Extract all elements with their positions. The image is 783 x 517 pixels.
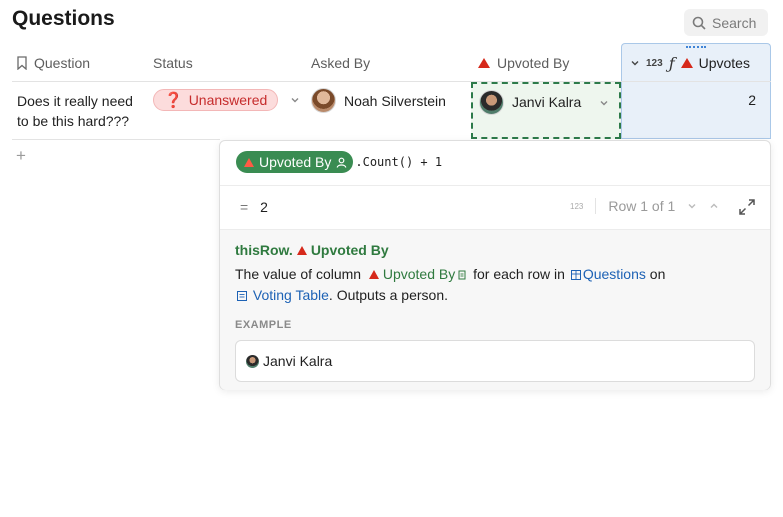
column-header-label: Upvoted By bbox=[497, 55, 570, 71]
column-header-status[interactable]: Status bbox=[147, 44, 305, 82]
doc-text: The value of column bbox=[235, 266, 362, 282]
number-type-icon: 123 bbox=[646, 57, 663, 69]
search-button[interactable]: Search bbox=[684, 9, 768, 36]
example-value: Janvi Kalra bbox=[263, 353, 333, 369]
triangle-icon bbox=[244, 157, 254, 167]
formula-icon: ƒ bbox=[668, 53, 675, 73]
doc-description: The value of column Upvoted By for each … bbox=[235, 264, 755, 306]
column-link[interactable]: Upvoted By bbox=[383, 266, 455, 282]
column-header-asked-by[interactable]: Asked By bbox=[305, 44, 470, 82]
cell-status[interactable]: ❓ Unanswered bbox=[153, 89, 300, 111]
formula-documentation: thisRow. Upvoted By The value of column … bbox=[220, 229, 770, 390]
example-label: EXAMPLE bbox=[235, 319, 292, 331]
add-row-button[interactable]: + bbox=[16, 146, 26, 166]
cell-upvotes[interactable]: 2 bbox=[621, 82, 771, 139]
column-header-label: Upvotes bbox=[698, 55, 750, 71]
table-link[interactable]: Questions bbox=[583, 266, 646, 282]
column-header-label: Status bbox=[153, 55, 193, 71]
chevron-down-icon[interactable] bbox=[599, 98, 609, 108]
expand-icon[interactable] bbox=[738, 198, 756, 216]
row-indicator: Row 1 of 1 bbox=[608, 198, 676, 214]
avatar bbox=[311, 88, 336, 113]
drag-handle[interactable] bbox=[686, 46, 706, 48]
table-icon bbox=[570, 270, 581, 280]
column-header-upvotes[interactable]: 123 ƒ Upvotes bbox=[621, 43, 771, 82]
page-icon bbox=[237, 291, 247, 301]
number-type-icon: 123 bbox=[570, 201, 584, 211]
cell-upvoted-by[interactable]: Janvi Kalra bbox=[471, 82, 621, 139]
equals-sign: = bbox=[240, 199, 249, 215]
status-badge[interactable]: ❓ Unanswered bbox=[153, 89, 279, 111]
list-column-icon bbox=[458, 270, 466, 280]
doc-title-column: Upvoted By bbox=[310, 242, 389, 258]
triangle-icon bbox=[478, 58, 490, 68]
formula-expression: .Count() + 1 bbox=[355, 155, 443, 169]
page-link[interactable]: Voting Table bbox=[253, 287, 329, 303]
bookmark-icon bbox=[17, 56, 27, 70]
chevron-down-icon[interactable] bbox=[630, 58, 640, 68]
triangle-icon bbox=[680, 58, 693, 68]
page-title: Questions bbox=[12, 7, 115, 30]
formula-result: = 2 bbox=[240, 199, 268, 215]
person-name: Noah Silverstein bbox=[344, 92, 446, 109]
result-value: 2 bbox=[260, 199, 268, 215]
divider bbox=[220, 185, 770, 186]
triangle-icon bbox=[368, 270, 379, 279]
example-box: Janvi Kalra bbox=[235, 340, 755, 382]
column-header-upvoted-by[interactable]: Upvoted By bbox=[470, 44, 620, 82]
doc-text: for each row in bbox=[473, 266, 565, 282]
row-navigator: 123 Row 1 of 1 bbox=[570, 198, 719, 214]
column-header-label: Asked By bbox=[311, 55, 371, 71]
column-header-label: Question bbox=[34, 55, 91, 71]
cell-asked-by[interactable]: Noah Silverstein bbox=[311, 88, 446, 113]
avatar bbox=[246, 354, 259, 368]
divider bbox=[595, 198, 597, 214]
person-icon bbox=[336, 157, 347, 168]
formula-editor-panel: Upvoted By .Count() + 1 = 2 123 Row 1 of… bbox=[219, 140, 771, 390]
chip-label: Upvoted By bbox=[259, 154, 332, 170]
cell-question[interactable]: Does it really need to be this hard??? bbox=[17, 91, 145, 131]
status-label: Unanswered bbox=[188, 92, 268, 108]
avatar bbox=[479, 90, 504, 115]
triangle-icon bbox=[296, 245, 307, 255]
row-divider bbox=[12, 139, 220, 140]
search-label: Search bbox=[712, 14, 757, 31]
doc-text: on bbox=[649, 266, 666, 282]
doc-text: . Outputs a person. bbox=[328, 287, 448, 303]
chevron-down-icon[interactable] bbox=[290, 95, 300, 105]
question-mark-icon: ❓ bbox=[164, 92, 183, 109]
chevron-down-icon[interactable] bbox=[687, 201, 697, 211]
doc-title-prefix: thisRow. bbox=[235, 242, 293, 258]
formula-input[interactable]: Upvoted By .Count() + 1 bbox=[236, 151, 442, 173]
column-header-question[interactable]: Question bbox=[12, 44, 147, 82]
chevron-up-icon[interactable] bbox=[709, 201, 719, 211]
search-icon bbox=[692, 16, 706, 30]
person-name: Janvi Kalra bbox=[512, 94, 582, 110]
doc-title: thisRow. Upvoted By bbox=[235, 242, 389, 258]
column-reference-chip[interactable]: Upvoted By bbox=[236, 151, 354, 173]
